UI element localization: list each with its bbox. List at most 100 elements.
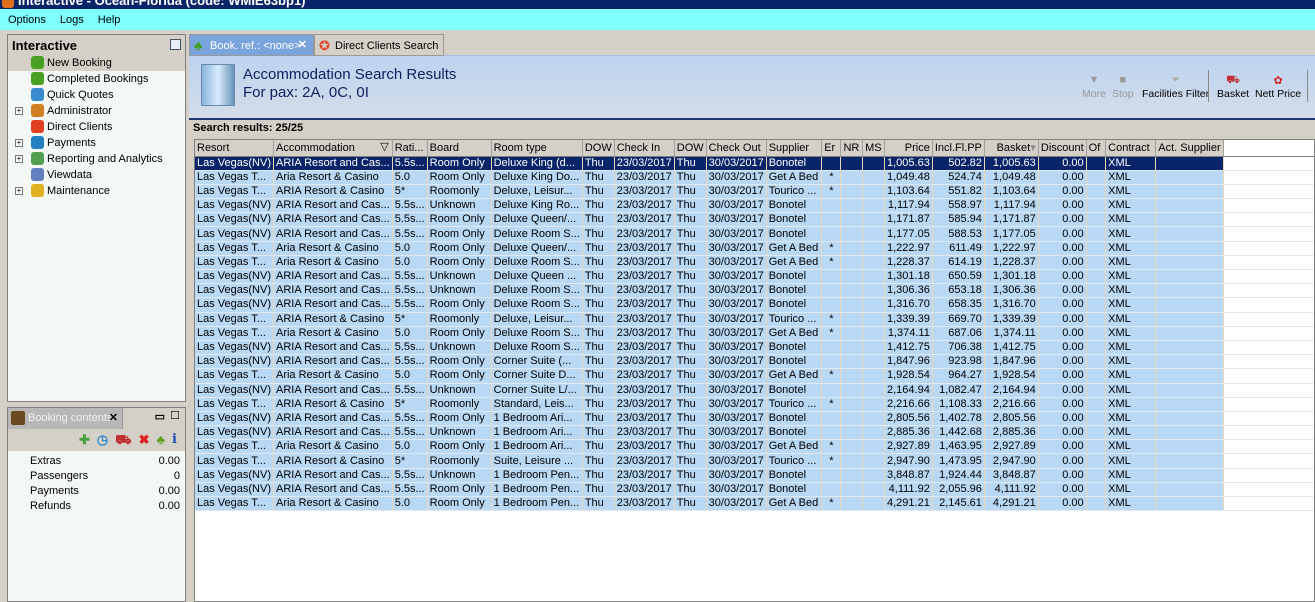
sidebar-item-maintenance[interactable]: + Maintenance bbox=[8, 183, 185, 199]
table-row[interactable]: Las Vegas(NV) ARIA Resort and Cas... 5.5s.… bbox=[195, 354, 1314, 370]
more-button[interactable]: ▼ More bbox=[1082, 74, 1106, 100]
cell-discount: 0.00 bbox=[1038, 326, 1087, 341]
table-row[interactable]: Las Vegas(NV) ARIA Resort and Cas... 5.5s.… bbox=[195, 425, 1314, 441]
table-row[interactable]: Las Vegas T... Aria Resort & Casino 5.0 Roo… bbox=[195, 496, 1314, 512]
cell-price: 2,927.89 bbox=[884, 439, 933, 455]
table-row[interactable]: Las Vegas T... Aria Resort & Casino 5.0 Roo… bbox=[195, 170, 1314, 185]
cell-dow: Thu bbox=[674, 453, 707, 469]
column-header-ms[interactable]: MS bbox=[862, 140, 885, 157]
tab-direct-clients-search[interactable]: ✪ Direct Clients Search bbox=[314, 34, 444, 56]
cell-of bbox=[1086, 482, 1107, 498]
basket-label: Basket bbox=[1217, 88, 1250, 100]
sidebar-item-reporting-and-analytics[interactable]: + Reporting and Analytics bbox=[8, 151, 185, 167]
sidebar-item-quick-quotes[interactable]: Quick Quotes bbox=[8, 87, 185, 103]
table-row[interactable]: Las Vegas T... Aria Resort & Casino 5.0 Roo… bbox=[195, 255, 1314, 271]
column-header-resort[interactable]: Resort bbox=[195, 140, 274, 157]
table-row[interactable]: Las Vegas T... Aria Resort & Casino 5.0 Roo… bbox=[195, 241, 1314, 256]
sidebar-item-direct-clients[interactable]: Direct Clients bbox=[8, 119, 185, 135]
table-row[interactable]: Las Vegas(NV) ARIA Resort and Cas... 5.5s.… bbox=[195, 156, 1314, 171]
tab-booking-ref[interactable]: ♣ Book. ref.: <none> ✕ bbox=[189, 34, 314, 56]
info-icon[interactable]: i bbox=[172, 432, 177, 451]
nett-price-button[interactable]: ✿ Nett Price bbox=[1255, 74, 1301, 100]
sidebar-item-payments[interactable]: + Payments bbox=[8, 135, 185, 151]
column-header-act-supplier[interactable]: Act. Supplier bbox=[1155, 140, 1224, 157]
table-row[interactable]: Las Vegas T... ARIA Resort & Casino 5* Room… bbox=[195, 312, 1314, 327]
table-row[interactable]: Las Vegas(NV) ARIA Resort and Cas... 5.5s.… bbox=[195, 269, 1314, 285]
cell-er: * bbox=[821, 312, 842, 327]
column-header-basket[interactable]: Basket▾ bbox=[984, 140, 1039, 157]
table-row[interactable]: Las Vegas(NV) ARIA Resort and Cas... 5.5s.… bbox=[195, 212, 1314, 228]
column-header-er[interactable]: Er bbox=[821, 140, 842, 157]
table-row[interactable]: Las Vegas T... Aria Resort & Casino 5.0 Roo… bbox=[195, 439, 1314, 455]
column-header-check-in[interactable]: Check In bbox=[614, 140, 675, 157]
table-row[interactable]: Las Vegas(NV) ARIA Resort and Cas... 5.5s.… bbox=[195, 283, 1314, 299]
table-row[interactable]: Las Vegas T... Aria Resort & Casino 5.0 Roo… bbox=[195, 326, 1314, 341]
delete-icon[interactable]: ✖ bbox=[139, 432, 150, 451]
column-header-check-out[interactable]: Check Out bbox=[706, 140, 767, 157]
column-header-discount[interactable]: Discount bbox=[1038, 140, 1087, 157]
clock-icon[interactable]: ◷ bbox=[97, 432, 108, 451]
cell-check-out: 30/03/2017 bbox=[706, 453, 767, 469]
menu-logs[interactable]: Logs bbox=[60, 14, 84, 26]
cell-ms bbox=[862, 326, 885, 341]
expand-icon[interactable]: + bbox=[15, 139, 23, 147]
table-row[interactable]: Las Vegas(NV) ARIA Resort and Cas... 5.5s.… bbox=[195, 411, 1314, 427]
table-row[interactable]: Las Vegas T... ARIA Resort & Casino 5* Room… bbox=[195, 184, 1314, 200]
table-row[interactable]: Las Vegas(NV) ARIA Resort and Cas... 5.5s.… bbox=[195, 226, 1314, 242]
column-header-nr[interactable]: NR bbox=[840, 140, 864, 157]
facilities-filter-button[interactable]: ⏷ Facilities Filter bbox=[1142, 74, 1209, 100]
filter-icon[interactable]: ▽ bbox=[380, 140, 388, 153]
cell-price: 1,301.18 bbox=[884, 269, 933, 285]
basket-icon[interactable]: ⛟ bbox=[115, 432, 131, 451]
table-row[interactable]: Las Vegas(NV) ARIA Resort and Cas... 5.5s.… bbox=[195, 468, 1314, 483]
table-row[interactable]: Las Vegas(NV) ARIA Resort and Cas... 5.5s.… bbox=[195, 340, 1314, 356]
expand-icon[interactable]: + bbox=[15, 107, 23, 115]
sidebar-item-new-booking[interactable]: New Booking bbox=[8, 55, 185, 71]
cell-act-supplier bbox=[1155, 212, 1224, 228]
column-header-board[interactable]: Board bbox=[427, 140, 492, 157]
table-row[interactable]: Las Vegas(NV) ARIA Resort and Cas... 5.5s.… bbox=[195, 198, 1314, 214]
cell-dow: Thu bbox=[674, 312, 707, 327]
table-row[interactable]: Las Vegas T... ARIA Resort & Casino 5* Room… bbox=[195, 453, 1314, 469]
cell-incl-fl-pp: 1,402.78 bbox=[932, 411, 985, 427]
minimize-icon[interactable] bbox=[170, 39, 181, 50]
expand-icon[interactable]: + bbox=[15, 187, 23, 195]
column-header-incl-fl-pp[interactable]: Incl.Fl.PP bbox=[932, 140, 985, 157]
cell-rati: 5.5s... bbox=[392, 156, 428, 171]
cell-room-type: Deluxe Room S... bbox=[491, 326, 583, 341]
menu-options[interactable]: Options bbox=[8, 14, 46, 26]
basket-button[interactable]: ⛟ Basket bbox=[1217, 74, 1249, 100]
booking-contents-tab[interactable]: Booking contents ✕ bbox=[8, 408, 123, 429]
sidebar-item-completed-bookings[interactable]: Completed Bookings bbox=[8, 71, 185, 87]
add-icon[interactable]: ✚ bbox=[79, 432, 90, 451]
palm-tree-icon[interactable]: ♣ bbox=[157, 432, 166, 451]
sidebar-item-viewdata[interactable]: Viewdata bbox=[8, 167, 185, 183]
maximize-icon[interactable]: ☐ bbox=[170, 409, 180, 422]
row-filler bbox=[1223, 184, 1314, 200]
column-header-of[interactable]: Of bbox=[1086, 140, 1107, 157]
stop-button[interactable]: ■ Stop bbox=[1112, 74, 1134, 100]
cell-basket: 1,049.48 bbox=[984, 170, 1039, 185]
column-header-supplier[interactable]: Supplier bbox=[766, 140, 823, 157]
column-header-dow[interactable]: DOW bbox=[674, 140, 707, 157]
column-header-dow[interactable]: DOW bbox=[582, 140, 615, 157]
sidebar-item-administrator[interactable]: + Administrator bbox=[8, 103, 185, 119]
menu-help[interactable]: Help bbox=[98, 14, 121, 26]
close-tab-icon[interactable]: ✕ bbox=[298, 38, 307, 51]
cell-nr bbox=[840, 312, 864, 327]
expand-icon[interactable]: + bbox=[15, 155, 23, 163]
table-row[interactable]: Las Vegas T... ARIA Resort & Casino 5* Room… bbox=[195, 397, 1314, 412]
minimize-icon[interactable]: ▭ bbox=[155, 410, 165, 423]
cell-dow: Thu bbox=[582, 283, 615, 299]
table-row[interactable]: Las Vegas(NV) ARIA Resort and Cas... 5.5s.… bbox=[195, 482, 1314, 498]
table-row[interactable]: Las Vegas(NV) ARIA Resort and Cas... 5.5s.… bbox=[195, 297, 1314, 313]
table-row[interactable]: Las Vegas(NV) ARIA Resort and Cas... 5.5s.… bbox=[195, 383, 1314, 398]
table-row[interactable]: Las Vegas T... Aria Resort & Casino 5.0 Roo… bbox=[195, 368, 1314, 384]
column-header-room-type[interactable]: Room type bbox=[491, 140, 583, 157]
column-header-price[interactable]: Price bbox=[884, 140, 933, 157]
close-icon[interactable]: ✕ bbox=[109, 411, 118, 424]
column-header-accommodation[interactable]: Accommodation ▽ bbox=[273, 140, 393, 157]
column-header-rati[interactable]: Rati... bbox=[392, 140, 428, 157]
column-header-contract[interactable]: Contract bbox=[1105, 140, 1157, 157]
cell-dow: Thu bbox=[582, 411, 615, 427]
